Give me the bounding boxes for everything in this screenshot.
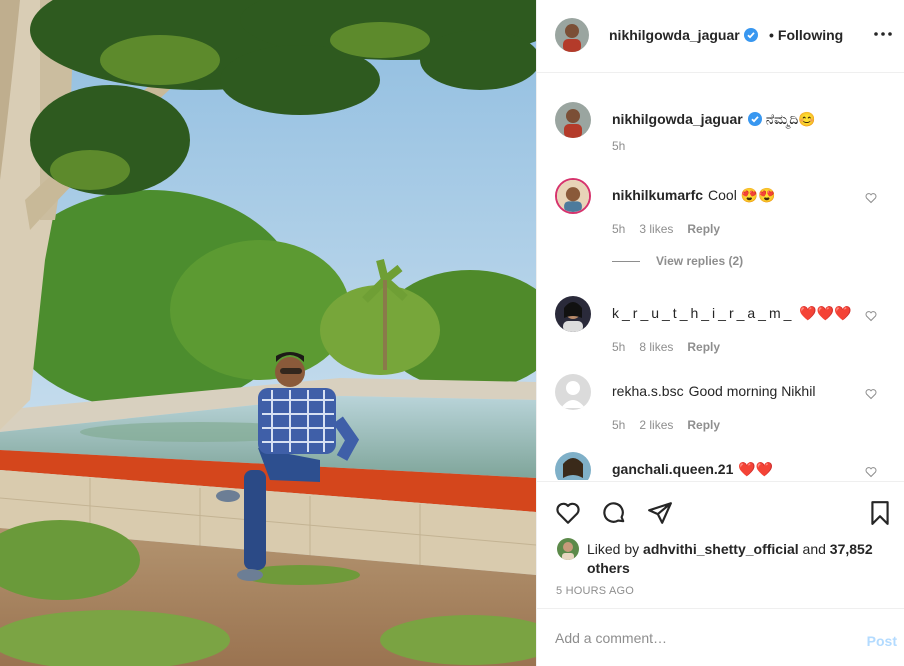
comment-likes[interactable]: 8 likes (639, 340, 673, 354)
view-replies-button[interactable]: View replies (2) (612, 254, 743, 268)
author-avatar[interactable] (555, 18, 589, 52)
comment-avatar[interactable] (555, 296, 591, 332)
caption-username[interactable]: nikhilgowda_jaguar (612, 111, 743, 127)
comment-body: ❤️❤️❤️ (799, 305, 852, 321)
comment-likes[interactable]: 3 likes (639, 222, 673, 236)
like-comment-heart-icon[interactable] (865, 388, 877, 400)
liker-username[interactable]: adhvithi_shetty_official (643, 541, 799, 557)
comment-text: k_r_u_t_h_i_r_a_m_ ❤️❤️❤️ (612, 305, 852, 322)
like-comment-heart-icon[interactable] (865, 466, 877, 478)
like-comment-heart-icon[interactable] (865, 192, 877, 204)
likes-summary: Liked by adhvithi_shetty_official and 37… (587, 540, 887, 578)
comment-avatar[interactable] (555, 178, 591, 214)
comment-body: ❤️❤️ (738, 461, 774, 477)
comment-avatar[interactable] (555, 452, 591, 480)
like-heart-icon[interactable] (555, 500, 581, 526)
comment-username[interactable]: ganchali.queen.21 (612, 461, 733, 477)
comment-username[interactable]: nikhilkumarfc (612, 187, 703, 203)
post-actions: Liked by adhvithi_shetty_official and 37… (537, 481, 904, 609)
likes-prefix: Liked by (587, 541, 644, 557)
caption-text: nikhilgowda_jaguar ನೆಮ್ಮದಿ😊 (612, 111, 816, 128)
add-comment-bar: Post (537, 610, 904, 666)
reply-button[interactable]: Reply (687, 222, 720, 236)
likes-mid: and (798, 541, 830, 557)
comment-text: rekha.s.bsc Good morning Nikhil (612, 383, 815, 399)
comment-text: ganchali.queen.21 ❤️❤️ (612, 461, 773, 478)
comment-meta: 5h 8 likes Reply (612, 340, 734, 354)
following-button[interactable]: • Following (769, 27, 843, 43)
caption-time: 5h (612, 139, 626, 153)
post-image (0, 0, 536, 666)
liker-avatar[interactable] (557, 538, 579, 560)
reply-button[interactable]: Reply (687, 418, 720, 432)
more-options-icon[interactable] (871, 22, 895, 46)
view-replies-label: View replies (2) (656, 254, 744, 268)
verified-badge-icon (747, 112, 762, 126)
post-timestamp[interactable]: 5 HOURS AGO (556, 585, 634, 597)
replies-divider (612, 261, 640, 263)
comment-text: nikhilkumarfc Cool 😍😍 (612, 187, 776, 204)
post-photo[interactable] (0, 0, 536, 666)
comment-body: Cool 😍😍 (708, 187, 776, 203)
caption-avatar[interactable] (555, 102, 591, 138)
reply-button[interactable]: Reply (687, 340, 720, 354)
post-comment-button[interactable]: Post (867, 633, 897, 649)
like-comment-heart-icon[interactable] (865, 310, 877, 322)
follow-dot: • (769, 27, 774, 43)
save-bookmark-icon[interactable] (867, 500, 893, 526)
comment-time: 5h (612, 222, 626, 236)
post-header: nikhilgowda_jaguar • Following (537, 0, 904, 73)
comment-meta: 5h 3 likes Reply (612, 222, 734, 236)
caption-meta: 5h (612, 139, 639, 153)
author-username[interactable]: nikhilgowda_jaguar (609, 27, 758, 43)
following-label: Following (777, 27, 844, 43)
comment-username[interactable]: rekha.s.bsc (612, 383, 684, 399)
comment-meta: 5h 2 likes Reply (612, 418, 734, 432)
comment-username[interactable]: k_r_u_t_h_i_r_a_m_ (612, 305, 794, 321)
comment-body: Good morning Nikhil (688, 383, 816, 399)
comment-time: 5h (612, 418, 626, 432)
caption-body: ನೆಮ್ಮದಿ😊 (765, 111, 816, 127)
comment-time: 5h (612, 340, 626, 354)
comment-avatar[interactable] (555, 374, 591, 410)
share-icon[interactable] (647, 500, 673, 526)
comment-input[interactable] (555, 630, 835, 646)
verified-badge-icon (743, 28, 758, 42)
comments-list[interactable]: nikhilgowda_jaguar ನೆಮ್ಮದಿ😊 5h nikhilkuma… (537, 74, 904, 480)
post-side-panel: nikhilgowda_jaguar • Following nikhilgowd… (536, 0, 904, 666)
comment-likes[interactable]: 2 likes (639, 418, 673, 432)
comment-icon[interactable] (601, 500, 627, 526)
